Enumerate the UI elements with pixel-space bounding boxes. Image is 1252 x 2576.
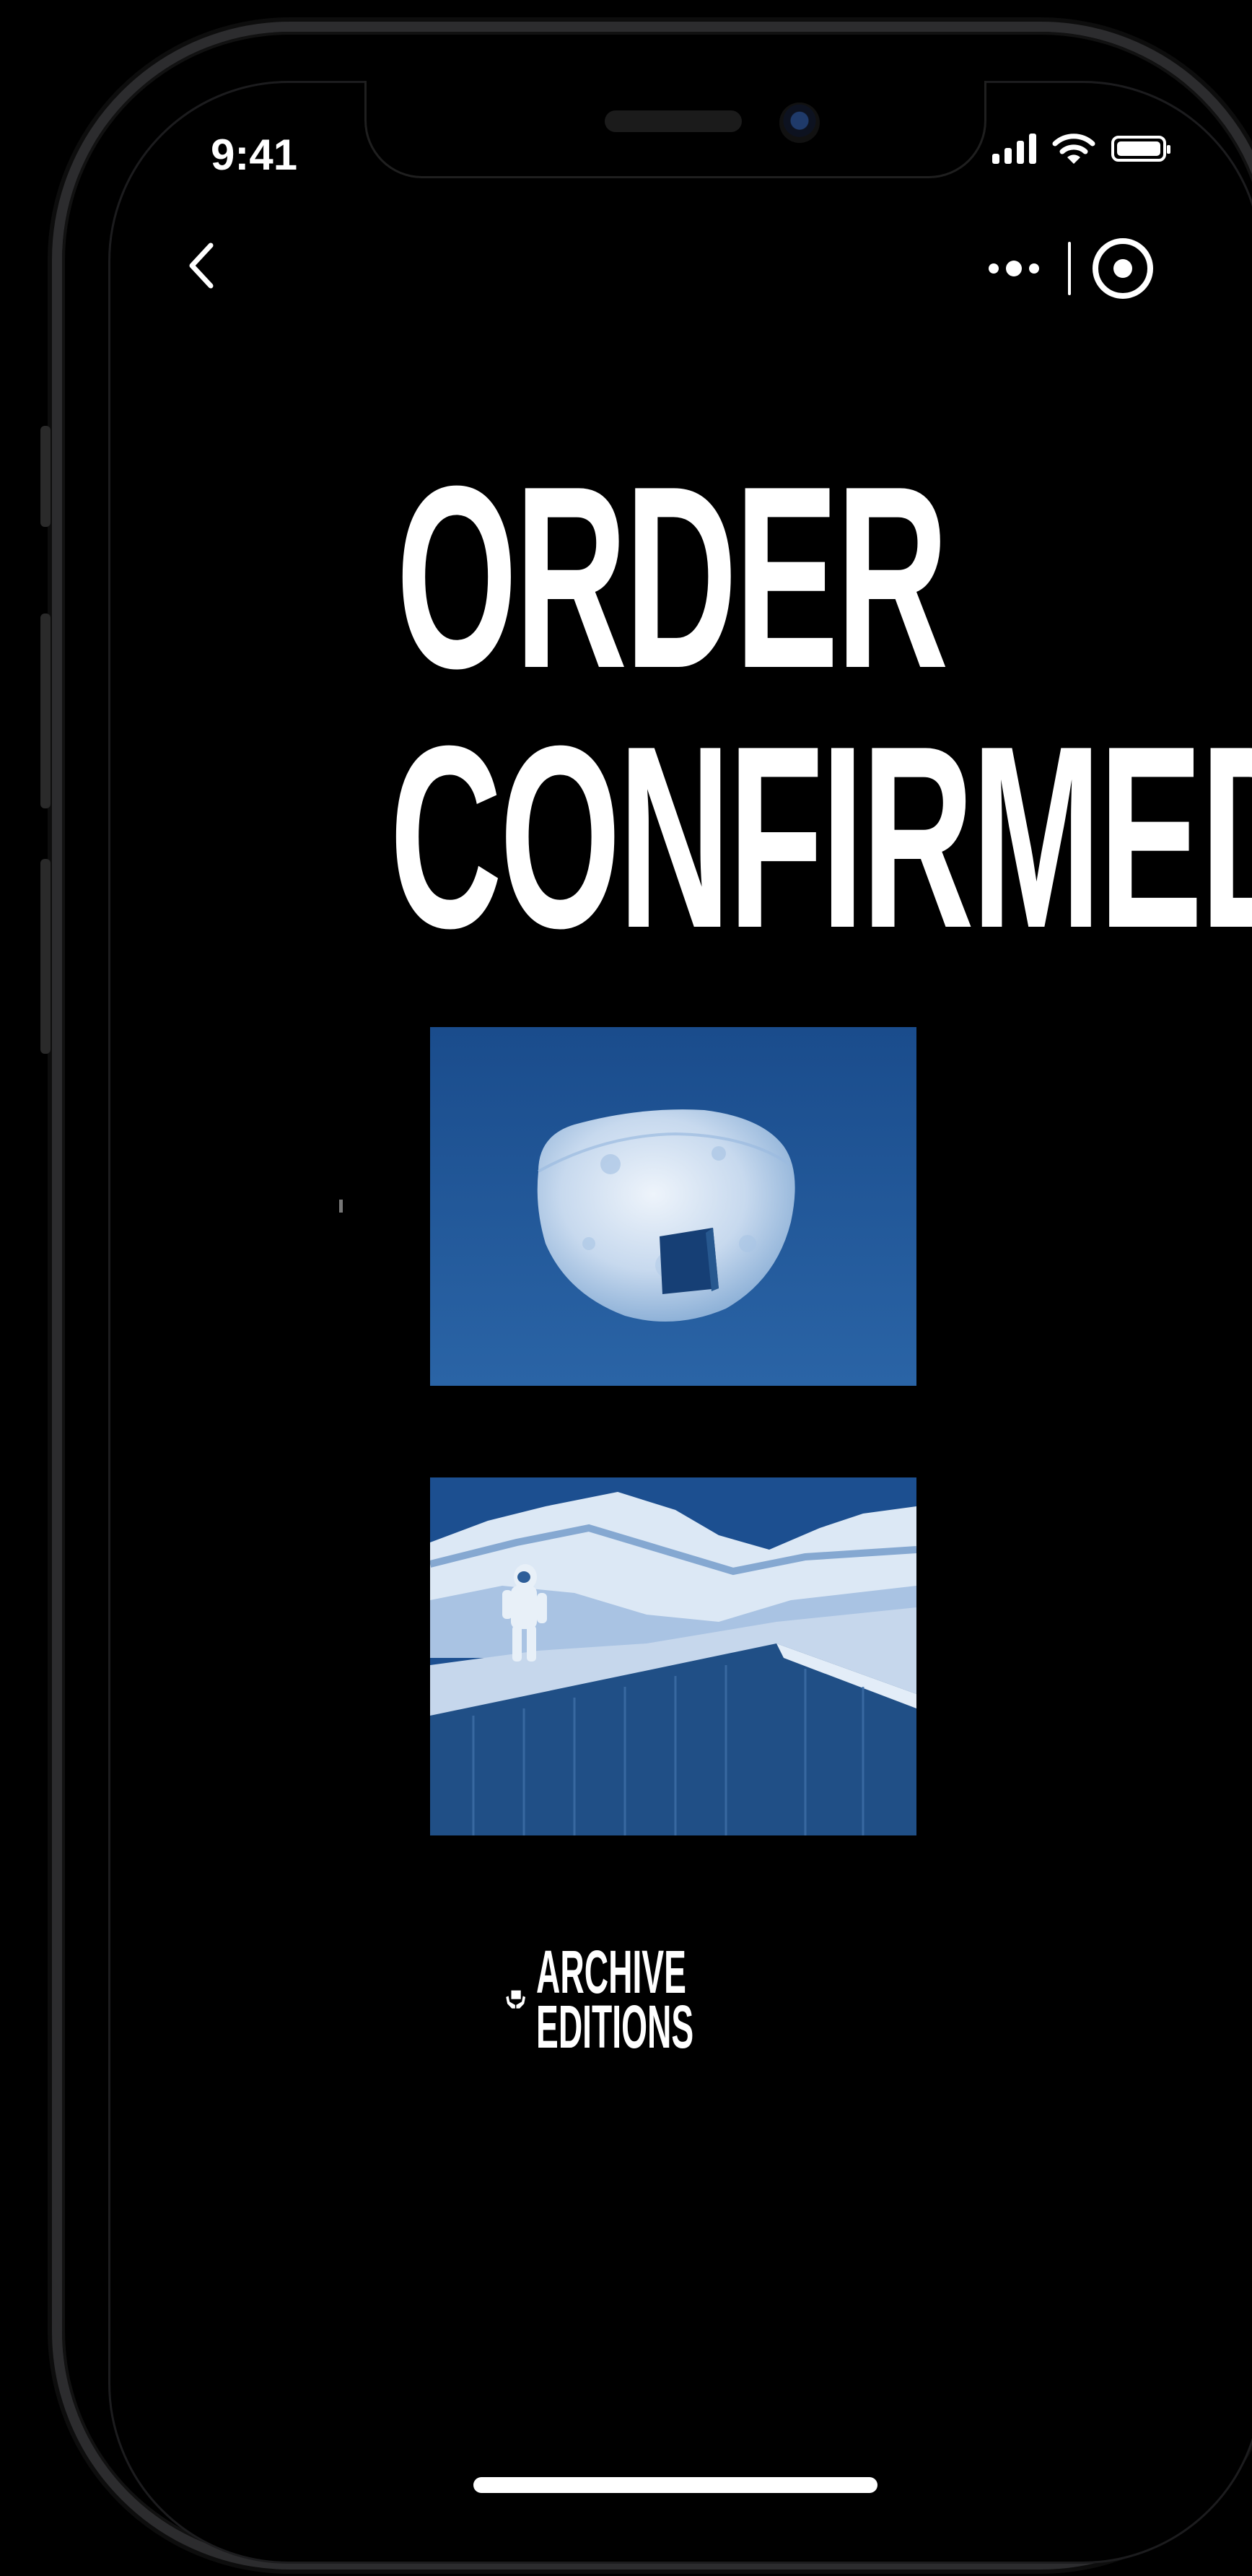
title-line-2: CONFIRMED	[390, 692, 1252, 982]
logo-line-1: ARCHIVE	[536, 1938, 687, 2006]
mute-switch	[40, 426, 51, 527]
more-button[interactable]	[981, 247, 1046, 290]
mini-program-capsule	[981, 238, 1153, 299]
stray-mark	[339, 1200, 343, 1213]
back-button[interactable]	[182, 237, 225, 294]
logo-line-2: EDITIONS	[536, 1993, 694, 2061]
wifi-icon	[1052, 134, 1095, 164]
logo-wordmark: ARCHIVE EDITIONS	[536, 1938, 694, 2061]
artwork-image-astronaut	[430, 1477, 916, 1835]
battery-icon	[1111, 136, 1170, 162]
status-time: 9:41	[211, 131, 298, 179]
box-in-hands-icon	[506, 1990, 526, 2009]
volume-up-button	[40, 614, 51, 808]
capsule-divider	[1068, 242, 1071, 295]
cellular-signal-icon	[992, 134, 1036, 164]
artwork-image-moon	[430, 1027, 916, 1386]
close-mini-program-button[interactable]	[1093, 238, 1153, 299]
target-circle-icon	[1113, 259, 1132, 278]
title-line-1: ORDER	[395, 432, 949, 722]
front-camera	[779, 102, 820, 143]
status-icons	[992, 132, 1170, 165]
archive-editions-logo: ARCHIVE EDITIONS	[505, 1927, 823, 2071]
home-indicator[interactable]	[473, 2477, 877, 2493]
earpiece-speaker	[605, 110, 742, 132]
volume-down-button	[40, 859, 51, 1054]
chevron-left-icon	[189, 243, 214, 289]
page-title: ORDER CONFIRMED	[202, 432, 1252, 982]
more-dots-icon	[989, 263, 999, 274]
